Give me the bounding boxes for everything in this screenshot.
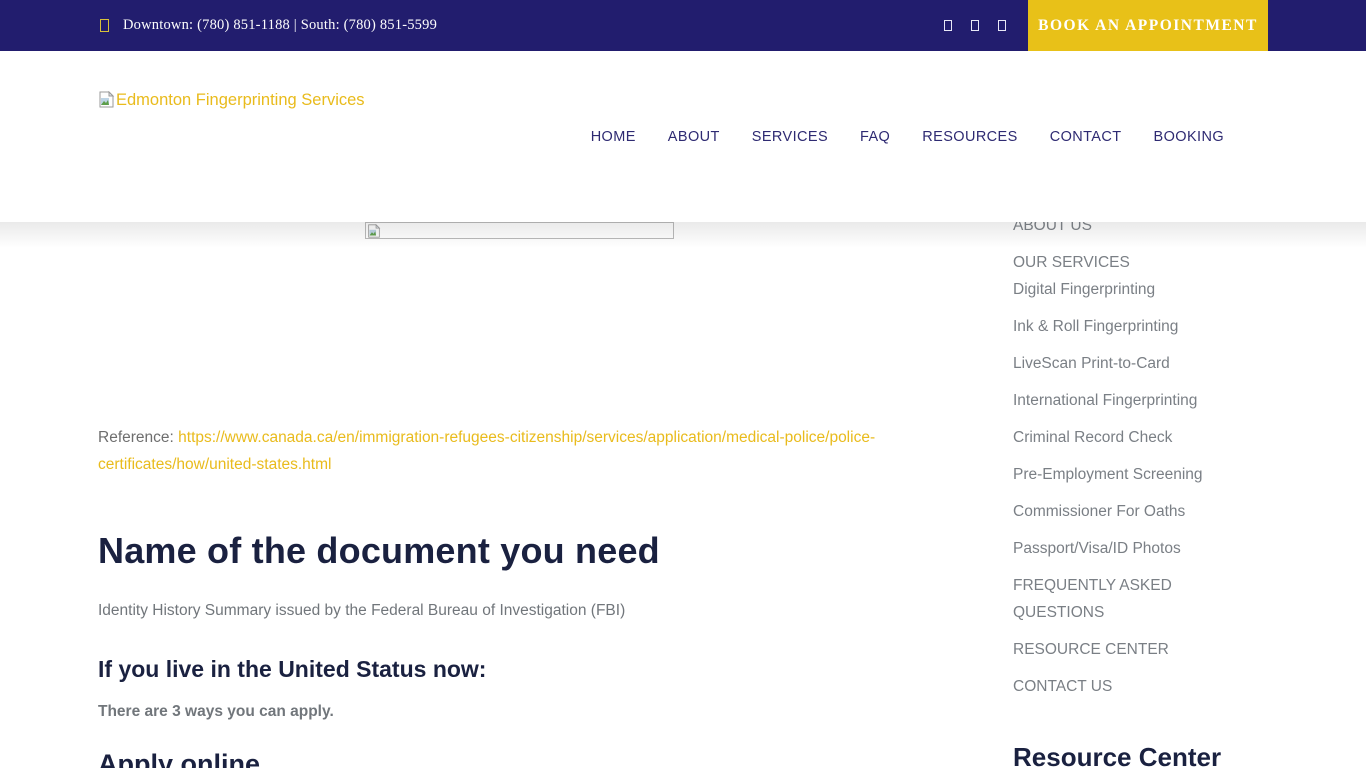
topbar-actions: BOOK AN APPOINTMENT	[944, 0, 1268, 51]
site-header: Edmonton Fingerprinting Services HOME ABO…	[0, 51, 1366, 248]
sidebar-item-commissioner-for-oaths: Commissioner For Oaths	[1013, 498, 1268, 525]
nav-item-about[interactable]: ABOUT	[668, 129, 720, 145]
phone-numbers: Downtown: (780) 851-1188 | South: (780) …	[123, 17, 438, 33]
sidebar-link[interactable]: Commissioner For Oaths	[1013, 498, 1185, 525]
sidebar-item-contact-us: CONTACT US	[1013, 673, 1268, 700]
nav-item-contact[interactable]: CONTACT	[1050, 129, 1122, 145]
sidebar-item-criminal-record-check: Criminal Record Check	[1013, 424, 1268, 451]
reference-link[interactable]: https://www.canada.ca/en/immigration-ref…	[98, 429, 875, 473]
reference-label: Reference:	[98, 429, 179, 446]
sidebar-item-passport-visa-id-photos: Passport/Visa/ID Photos	[1013, 535, 1268, 562]
main-nav: HOME ABOUT SERVICES FAQ RESOURCES CONTACT BOOK…	[591, 51, 1224, 222]
nav-item-booking[interactable]: BOOKING	[1154, 129, 1224, 145]
sidebar-item-our-services: OUR SERVICES	[1013, 249, 1268, 276]
nav-item-faq[interactable]: FAQ	[860, 129, 890, 145]
sidebar-link[interactable]: LiveScan Print-to-Card	[1013, 350, 1170, 377]
resource-center-heading: Resource Center	[1013, 742, 1222, 768]
topbar: Downtown: (780) 851-1188 | South: (780) …	[0, 0, 1366, 51]
nav-item-resources[interactable]: RESOURCES	[922, 129, 1017, 145]
sidebar-link[interactable]: Pre-Employment Screening	[1013, 461, 1203, 488]
sidebar-link[interactable]: Criminal Record Check	[1013, 424, 1172, 451]
nav-item-home[interactable]: HOME	[591, 129, 636, 145]
sidebar-link[interactable]: OUR SERVICES	[1013, 249, 1130, 276]
broken-image-icon	[98, 90, 115, 113]
broken-content-image	[364, 222, 674, 239]
social-icon-social-icon-2[interactable]	[971, 20, 979, 31]
sidebar-item-international-fingerprinting: International Fingerprinting	[1013, 387, 1268, 414]
nav-item-services[interactable]: SERVICES	[752, 129, 828, 145]
reference-paragraph: Reference: https://www.canada.ca/en/immi…	[98, 424, 940, 478]
main-column: Reference: https://www.canada.ca/en/immi…	[98, 222, 940, 768]
sidebar-link[interactable]: Digital Fingerprinting	[1013, 276, 1155, 303]
sidebar-item-pre-employment-screening: Pre-Employment Screening	[1013, 461, 1268, 488]
section-subheading: If you live in the United Status now:	[98, 656, 487, 682]
sidebar-link[interactable]: FREQUENTLY ASKED QUESTIONS	[1013, 572, 1225, 626]
sidebar-link[interactable]: International Fingerprinting	[1013, 387, 1197, 414]
social-icon-social-icon-1[interactable]	[944, 20, 952, 31]
logo-alt-text: Edmonton Fingerprinting Services	[116, 91, 365, 109]
apply-ways-text: There are 3 ways you can apply.	[98, 703, 334, 720]
phone-icon	[100, 19, 109, 32]
book-appointment-button[interactable]: BOOK AN APPOINTMENT	[1028, 0, 1268, 51]
sidebar-link[interactable]: CONTACT US	[1013, 673, 1112, 700]
sidebar-item-resource-center: RESOURCE CENTER	[1013, 636, 1268, 663]
topbar-phone-block: Downtown: (780) 851-1188 | South: (780) …	[0, 17, 437, 34]
site-logo[interactable]: Edmonton Fingerprinting Services	[98, 90, 365, 113]
sidebar-link[interactable]: Ink & Roll Fingerprinting	[1013, 313, 1178, 340]
sidebar-item-livescan-print-to-card: LiveScan Print-to-Card	[1013, 350, 1268, 377]
page-content: Reference: https://www.canada.ca/en/immi…	[98, 217, 1268, 768]
sidebar-menu: ABOUT US OUR SERVICES Digital Fingerprinti…	[1013, 212, 1268, 700]
social-icon-social-icon-3[interactable]	[998, 20, 1006, 31]
sidebar-item-digital-fingerprinting: Digital Fingerprinting	[1013, 276, 1268, 303]
sidebar: ABOUT US OUR SERVICES Digital Fingerprinti…	[1013, 217, 1268, 768]
apply-online-heading: Apply online	[98, 749, 260, 768]
broken-image-icon	[367, 223, 380, 238]
sidebar-link[interactable]: RESOURCE CENTER	[1013, 636, 1169, 663]
page-title: Name of the document you need	[98, 530, 660, 571]
sidebar-link[interactable]: Passport/Visa/ID Photos	[1013, 535, 1181, 562]
sidebar-item-ink-roll-fingerprinting: Ink & Roll Fingerprinting	[1013, 313, 1268, 340]
social-icons	[944, 20, 1006, 31]
sidebar-item-frequently-asked-questions: FREQUENTLY ASKED QUESTIONS	[1013, 572, 1268, 626]
document-description: Identity History Summary issued by the F…	[98, 602, 626, 619]
